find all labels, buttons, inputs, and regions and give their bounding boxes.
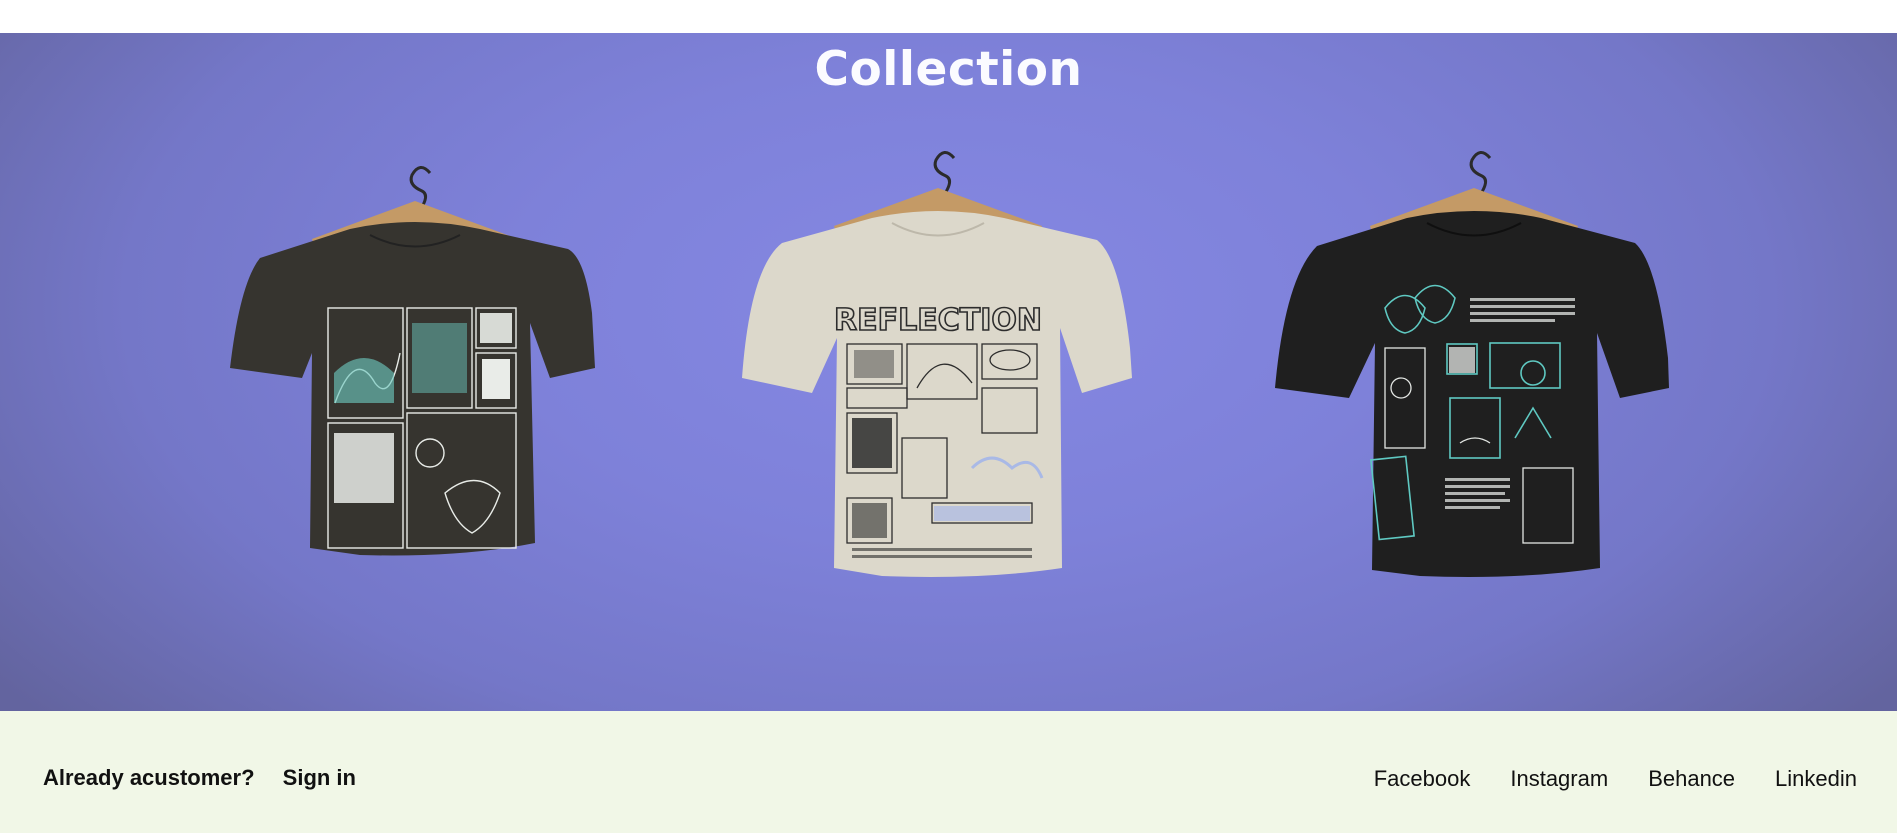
account-prompt: Already acustomer? Sign in <box>43 765 378 791</box>
site-footer: Already acustomer? Sign in Facebook Inst… <box>0 711 1897 833</box>
instagram-link[interactable]: Instagram <box>1510 766 1608 792</box>
top-bar <box>0 0 1897 33</box>
linkedin-link[interactable]: Linkedin <box>1775 766 1857 792</box>
print-title: REFLECTION <box>834 303 1042 338</box>
product-card-reflection-tee[interactable]: REFLECTION <box>742 148 1134 598</box>
tshirt-image <box>230 166 595 556</box>
sign-in-link[interactable]: Sign in <box>283 765 356 790</box>
collection-hero: Collection REFLECTION <box>0 33 1897 711</box>
page-title: Collection <box>814 42 1083 97</box>
facebook-link[interactable]: Facebook <box>1374 766 1471 792</box>
product-card-black-tee[interactable] <box>1275 148 1670 588</box>
tshirt-image <box>1275 151 1669 577</box>
product-card-dark-tee[interactable] <box>230 163 600 583</box>
behance-link[interactable]: Behance <box>1648 766 1735 792</box>
social-links: Facebook Instagram Behance Linkedin <box>1374 766 1857 792</box>
customer-text: Already acustomer? <box>43 765 255 790</box>
tshirt-image: REFLECTION <box>742 151 1132 577</box>
